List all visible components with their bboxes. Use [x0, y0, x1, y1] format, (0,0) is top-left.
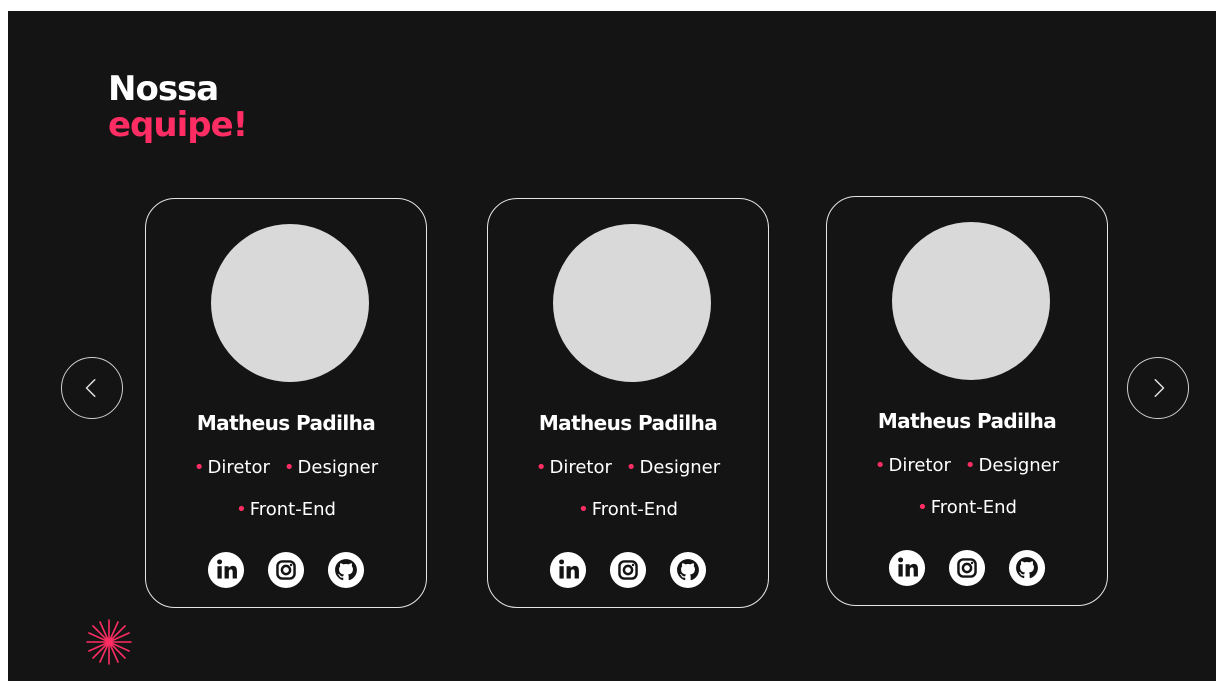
role-list: Diretor Designer [827, 455, 1107, 476]
section-title-line2: equipe! [108, 105, 248, 145]
github-icon[interactable] [669, 551, 707, 589]
section-title: Nossa equipe! [108, 69, 248, 145]
team-section: Nossa equipe! Matheus Padilha Diretor Des… [8, 11, 1216, 681]
role-list: Diretor Designer [146, 457, 426, 478]
sparkle-icon [86, 619, 132, 665]
github-icon[interactable] [1008, 549, 1046, 587]
role-tag: Diretor [875, 455, 950, 476]
role-tag: Designer [284, 457, 379, 478]
role-tag: Diretor [194, 457, 269, 478]
team-card: Matheus Padilha Diretor Designer Front-En… [145, 198, 427, 608]
role-list: Front-End [827, 497, 1107, 518]
role-tag: Front-End [917, 497, 1017, 518]
social-links [488, 551, 768, 589]
role-tag: Designer [965, 455, 1060, 476]
avatar [553, 224, 711, 382]
instagram-icon[interactable] [948, 549, 986, 587]
social-links [827, 549, 1107, 587]
carousel-next-button[interactable] [1127, 357, 1189, 419]
team-card: Matheus Padilha Diretor Designer Front-En… [487, 198, 769, 608]
instagram-icon[interactable] [609, 551, 647, 589]
avatar [211, 224, 369, 382]
role-tag: Front-End [236, 499, 336, 520]
avatar [892, 222, 1050, 380]
section-title-line1: Nossa [108, 69, 219, 109]
role-tag: Front-End [578, 499, 678, 520]
social-links [146, 551, 426, 589]
member-name: Matheus Padilha [877, 409, 1057, 433]
member-name: Matheus Padilha [538, 411, 718, 435]
chevron-left-icon [85, 379, 96, 397]
chevron-right-icon [1154, 379, 1165, 397]
role-tag: Designer [626, 457, 721, 478]
linkedin-icon[interactable] [207, 551, 245, 589]
instagram-icon[interactable] [267, 551, 305, 589]
role-tag: Diretor [536, 457, 611, 478]
linkedin-icon[interactable] [549, 551, 587, 589]
role-list: Front-End [488, 499, 768, 520]
member-name: Matheus Padilha [196, 411, 376, 435]
role-list: Front-End [146, 499, 426, 520]
carousel-prev-button[interactable] [61, 357, 123, 419]
linkedin-icon[interactable] [888, 549, 926, 587]
team-card: Matheus Padilha Diretor Designer Front-En… [826, 196, 1108, 606]
github-icon[interactable] [327, 551, 365, 589]
role-list: Diretor Designer [488, 457, 768, 478]
